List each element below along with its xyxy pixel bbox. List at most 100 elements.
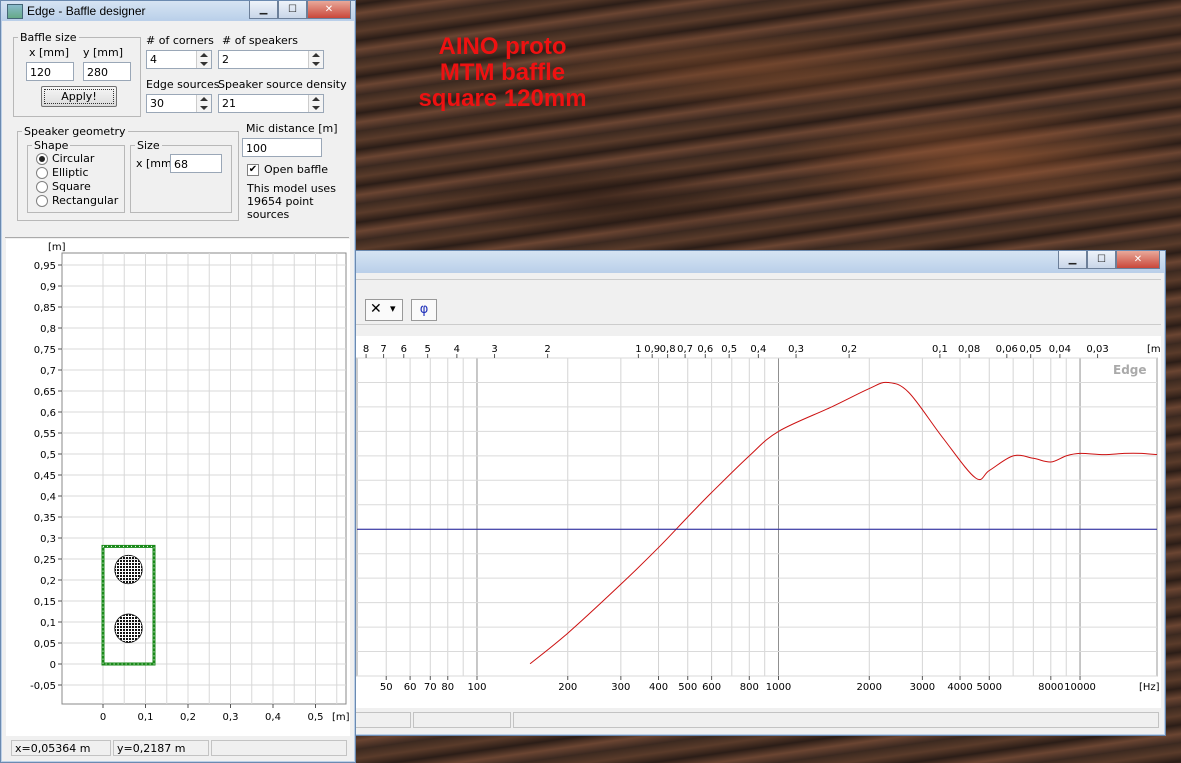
open-baffle-label: Open baffle: [264, 163, 329, 176]
baffle-y-input[interactable]: 280: [83, 62, 131, 81]
edge-sources-spinner[interactable]: 30: [146, 94, 212, 113]
window-controls: ▁ ☐ ✕: [249, 1, 351, 19]
open-baffle-checkbox[interactable]: ✔: [247, 164, 259, 176]
size-legend: Size: [137, 139, 160, 152]
cross-icon: ✕: [370, 301, 382, 317]
edge-sources-label: Edge sources: [146, 78, 220, 91]
top-tick-label: 0,04: [1049, 344, 1071, 355]
y-tick-label: 0,25: [34, 555, 56, 566]
speakers-value: 2: [222, 53, 229, 66]
bottom-tick-label: 5000: [977, 682, 1002, 693]
radio-circular[interactable]: [36, 153, 48, 165]
bottom-tick-label: 200: [558, 682, 577, 693]
response-window: ▁ ☐ ✕ ✕ ▾ φ 8 7 6 5 4 3 2 1 0,9 0,8 0,7 0,6 0,5 0,4 0,…: [340, 250, 1166, 736]
bottom-axis-unit: [Hz]: [1139, 682, 1160, 693]
bottom-tick-label: 60: [404, 682, 417, 693]
baffle-y-label: y [mm]: [83, 46, 124, 59]
top-tick-label: 0,06: [996, 344, 1018, 355]
y-tick-label: 0,7: [40, 366, 56, 377]
top-tick-label: 0,5: [721, 344, 737, 355]
corners-spinner[interactable]: 4: [146, 50, 212, 69]
spin-arrows-icon[interactable]: [196, 51, 211, 68]
response-plot[interactable]: 8 7 6 5 4 3 2 1 0,9 0,8 0,7 0,6 0,5 0,4 0,3 0,2 0,1 0,08 0…: [341, 336, 1161, 708]
baffle-plot[interactable]: 0,95 0,9 0,85 0,8 0,75 0,7 0,65 0,6 0,55 0,5 0,45 0…: [6, 239, 350, 736]
speakers-spinner[interactable]: 2: [218, 50, 324, 69]
status-cell: [413, 712, 511, 728]
apply-button[interactable]: Apply!: [41, 86, 117, 107]
designer-statusbar: x=0,05364 m y=0,2187 m: [11, 740, 349, 758]
density-value: 21: [222, 97, 236, 110]
plot-area: [61, 252, 347, 705]
y-tick-label: 0,55: [34, 429, 56, 440]
response-titlebar: ▁ ☐ ✕: [341, 251, 1165, 273]
spin-arrows-icon[interactable]: [196, 95, 211, 112]
source-info-line: This model uses: [247, 182, 336, 195]
maximize-icon[interactable]: ☐: [1087, 251, 1116, 269]
top-tick-label: 0,05: [1020, 344, 1042, 355]
minimize-icon[interactable]: ▁: [249, 1, 278, 19]
bottom-tick-label: 70: [424, 682, 437, 693]
minimize-icon[interactable]: ▁: [1058, 251, 1087, 269]
top-tick-label: 3: [491, 344, 497, 355]
top-axis-unit: [m]: [1147, 344, 1161, 355]
top-tick-label: 0,3: [788, 344, 804, 355]
y-tick-label: 0: [50, 660, 56, 671]
bottom-tick-label: 500: [678, 682, 697, 693]
maximize-icon[interactable]: ☐: [278, 1, 307, 19]
y-axis-unit: [m]: [48, 242, 66, 253]
bottom-tick-label: 80: [441, 682, 454, 693]
spin-arrows-icon[interactable]: [308, 51, 323, 68]
phase-button[interactable]: φ: [411, 299, 437, 321]
designer-titlebar: Edge - Baffle designer ▁ ☐ ✕: [1, 1, 355, 21]
density-spinner[interactable]: 21: [218, 94, 324, 113]
bottom-tick-label: 10000: [1064, 682, 1096, 693]
close-icon[interactable]: ✕: [1116, 251, 1160, 269]
chevron-down-icon: ▾: [390, 302, 396, 315]
top-tick-label: 0,4: [750, 344, 766, 355]
x-tick-label: 0,4: [265, 712, 281, 723]
app-icon: [7, 4, 23, 19]
corners-value: 4: [150, 53, 157, 66]
close-icon[interactable]: ✕: [307, 1, 351, 19]
top-tick-label: 1: [635, 344, 641, 355]
source-info-text: This model uses 19654 point sources: [247, 182, 336, 221]
speaker-source-grid: [114, 613, 143, 643]
y-tick-label: 0,35: [34, 513, 56, 524]
y-tick-label: 0,8: [40, 324, 56, 335]
window-controls: ▁ ☐ ✕: [1058, 251, 1160, 269]
mic-distance-input[interactable]: 100: [242, 138, 322, 157]
shape-legend: Shape: [34, 139, 69, 152]
status-x: x=0,05364 m: [11, 740, 111, 756]
speaker-source-grid: [114, 554, 143, 585]
radio-square[interactable]: [36, 181, 48, 193]
bottom-tick-label: 4000: [947, 682, 972, 693]
bottom-tick-label: 50: [380, 682, 393, 693]
spin-arrows-icon[interactable]: [308, 95, 323, 112]
bottom-tick-label: 600: [702, 682, 721, 693]
bottom-tick-label: 400: [649, 682, 668, 693]
cross-dropdown-button[interactable]: ✕ ▾: [365, 299, 403, 321]
top-tick-label: 8: [363, 344, 369, 355]
speakers-label: # of speakers: [222, 34, 299, 47]
bottom-tick-label: 1000: [766, 682, 791, 693]
size-x-input[interactable]: 68: [170, 154, 222, 173]
radio-rectangular[interactable]: [36, 195, 48, 207]
baffle-x-input[interactable]: 120: [26, 62, 74, 81]
top-tick-label: 0,8: [660, 344, 676, 355]
x-tick-label: 0,1: [138, 712, 154, 723]
separator: [5, 237, 349, 238]
top-tick-label: 5: [424, 344, 430, 355]
bottom-tick-label: 8000: [1038, 682, 1063, 693]
radio-elliptic[interactable]: [36, 167, 48, 179]
density-label: Speaker source density: [218, 78, 347, 91]
x-tick-label: 0,5: [308, 712, 324, 723]
y-tick-label: 0,85: [34, 303, 56, 314]
status-y: y=0,2187 m: [113, 740, 209, 756]
window-title: Edge - Baffle designer: [27, 4, 146, 18]
size-group: Size: [130, 139, 232, 213]
watermark: Edge: [1113, 363, 1147, 377]
overlay-title-line: square 120mm: [418, 85, 587, 112]
shape-option-label: Square: [52, 180, 91, 193]
y-tick-label: 0,75: [34, 345, 56, 356]
top-tick-label: 0,1: [932, 344, 948, 355]
